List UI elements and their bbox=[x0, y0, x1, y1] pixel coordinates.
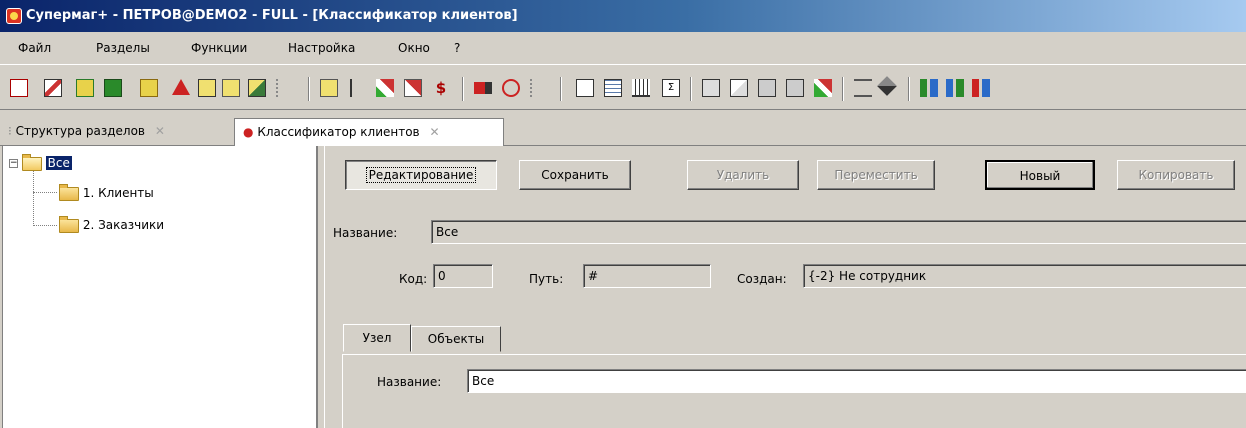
copy-icon[interactable] bbox=[576, 79, 594, 97]
grid-icon[interactable] bbox=[604, 79, 622, 97]
toolbar-separator bbox=[842, 77, 844, 101]
folder-icon bbox=[59, 215, 79, 233]
close-icon[interactable]: ✕ bbox=[429, 125, 439, 139]
tab-client-classifier-label: Классификатор клиентов bbox=[257, 125, 420, 139]
tree-connector bbox=[33, 225, 57, 226]
edit-icon[interactable] bbox=[248, 79, 266, 97]
sheet-icon[interactable] bbox=[76, 79, 94, 97]
people-icon[interactable] bbox=[502, 79, 520, 97]
tag-icon[interactable] bbox=[877, 76, 897, 96]
hierarchy2-icon[interactable] bbox=[946, 79, 964, 97]
folder-icon bbox=[59, 183, 79, 201]
tree-connector bbox=[33, 170, 34, 226]
toolbar-separator bbox=[462, 77, 464, 101]
collapse-icon[interactable]: − bbox=[9, 159, 18, 168]
node-name-label: Название: bbox=[377, 375, 442, 389]
tree-icon[interactable] bbox=[276, 79, 294, 97]
tree-node-label: 2. Заказчики bbox=[82, 218, 165, 232]
toolbar-separator bbox=[308, 77, 310, 101]
package-icon[interactable] bbox=[786, 79, 804, 97]
created-field[interactable]: {-2} Не сотрудник bbox=[803, 264, 1246, 288]
name-field[interactable]: Все bbox=[431, 220, 1246, 244]
copy-button[interactable]: Копировать bbox=[1117, 160, 1235, 190]
hierarchy-icon: ● bbox=[243, 125, 254, 139]
tree-icon: ⁝ bbox=[8, 124, 12, 138]
columns-icon[interactable] bbox=[632, 79, 650, 97]
menu-bar: Файл Разделы Функции Настройка Окно ? bbox=[0, 32, 1246, 64]
edit-button-label: Редактирование bbox=[365, 167, 477, 183]
document-tabs: ⁝ Структура разделов ✕ ● Классификатор к… bbox=[0, 112, 1246, 146]
arrow-icon[interactable] bbox=[350, 79, 368, 97]
created-label: Создан: bbox=[737, 272, 787, 286]
chart-icon[interactable] bbox=[44, 79, 62, 97]
tab-client-classifier[interactable]: ● Классификатор клиентов ✕ bbox=[234, 118, 504, 146]
exchange-icon[interactable] bbox=[730, 79, 748, 97]
save-button[interactable]: Сохранить bbox=[519, 160, 631, 190]
percent-icon[interactable] bbox=[222, 79, 240, 97]
edit2-icon[interactable] bbox=[814, 79, 832, 97]
node-name-input[interactable]: Все bbox=[467, 369, 1246, 393]
toolbar-separator bbox=[908, 77, 910, 101]
path-field[interactable]: # bbox=[583, 264, 711, 288]
tree-node-label: 1. Клиенты bbox=[82, 186, 154, 200]
delete-button[interactable]: Удалить bbox=[687, 160, 799, 190]
toolbar-separator bbox=[560, 77, 562, 101]
tree-node[interactable]: 1. Клиенты bbox=[59, 182, 154, 204]
check-icon[interactable] bbox=[404, 79, 422, 97]
menu-sections[interactable]: Разделы bbox=[96, 41, 150, 55]
menu-file[interactable]: Файл bbox=[18, 41, 51, 55]
book-icon[interactable] bbox=[320, 79, 338, 97]
sigma-icon[interactable]: Σ bbox=[662, 79, 680, 97]
ledger-icon[interactable] bbox=[140, 79, 158, 97]
code-field[interactable]: 0 bbox=[433, 264, 493, 288]
toolbar: $ Σ bbox=[0, 64, 1246, 110]
app-logo-icon bbox=[6, 8, 22, 24]
tree-node-label: Все bbox=[45, 156, 72, 170]
scales-icon[interactable] bbox=[854, 79, 872, 97]
box-icon[interactable] bbox=[758, 79, 776, 97]
menu-help[interactable]: ? bbox=[454, 41, 460, 55]
new-button[interactable]: Новый bbox=[985, 160, 1095, 190]
code-label: Код: bbox=[399, 272, 428, 286]
tree-connector bbox=[33, 192, 57, 193]
report-icon[interactable] bbox=[10, 79, 28, 97]
hierarchy3-icon[interactable] bbox=[972, 79, 990, 97]
gift-icon[interactable] bbox=[702, 79, 720, 97]
hierarchy-icon[interactable] bbox=[920, 79, 938, 97]
tab-structure-label: Структура разделов bbox=[15, 124, 145, 138]
path-label: Путь: bbox=[529, 272, 564, 286]
tree-panel: − Все 1. Клиенты 2. Заказчики bbox=[2, 146, 318, 428]
tab-node[interactable]: Узел bbox=[343, 324, 411, 352]
triangle-icon[interactable] bbox=[172, 79, 190, 95]
tree-node[interactable]: 2. Заказчики bbox=[59, 214, 164, 236]
table-icon[interactable] bbox=[104, 79, 122, 97]
menu-functions[interactable]: Функции bbox=[191, 41, 247, 55]
menu-window[interactable]: Окно bbox=[398, 41, 430, 55]
menu-settings[interactable]: Настройка bbox=[288, 41, 355, 55]
window-title: Супермаг+ - ПЕТРОВ@DEMO2 - FULL - [Класс… bbox=[26, 8, 518, 23]
tree2-icon[interactable] bbox=[530, 79, 548, 97]
dollar-icon[interactable]: $ bbox=[432, 79, 450, 97]
tab-structure[interactable]: ⁝ Структура разделов ✕ bbox=[8, 118, 234, 146]
edit-button[interactable]: Редактирование bbox=[345, 160, 497, 190]
node-tab-panel: Название: Все bbox=[342, 354, 1246, 428]
tree-node-root[interactable]: − Все bbox=[9, 152, 72, 174]
title-bar: Супермаг+ - ПЕТРОВ@DEMO2 - FULL - [Класс… bbox=[0, 0, 1246, 32]
app-window: Супермаг+ - ПЕТРОВ@DEMO2 - FULL - [Класс… bbox=[0, 0, 1246, 428]
open-folder-icon bbox=[21, 153, 42, 171]
tab-node-label: Узел bbox=[362, 331, 392, 345]
truck-icon[interactable] bbox=[474, 82, 492, 94]
letter-a-icon[interactable] bbox=[198, 79, 216, 97]
pen-icon[interactable] bbox=[376, 79, 394, 97]
tab-objects[interactable]: Объекты bbox=[411, 326, 501, 352]
name-label: Название: bbox=[333, 226, 398, 240]
close-icon[interactable]: ✕ bbox=[155, 124, 165, 138]
toolbar-separator bbox=[690, 77, 692, 101]
move-button[interactable]: Переместить bbox=[817, 160, 935, 190]
